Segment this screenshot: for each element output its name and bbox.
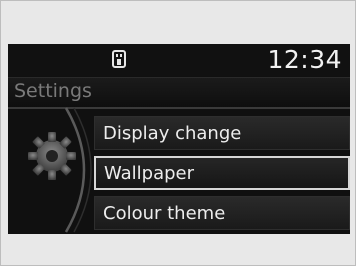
- status-bar: 12:34: [8, 44, 350, 76]
- title-bar: Settings: [8, 77, 350, 108]
- menu-item-label: Wallpaper: [104, 162, 195, 184]
- display-screen: 12:34 Settings Display change Wallpaper …: [8, 44, 350, 234]
- settings-menu: Display change Wallpaper Colour theme: [94, 116, 350, 234]
- menu-item-colour-theme[interactable]: Colour theme: [94, 196, 350, 230]
- page-frame: 12:34 Settings Display change Wallpaper …: [0, 0, 356, 266]
- menu-item-label: Display change: [103, 122, 242, 144]
- usb-icon: [112, 50, 126, 68]
- page-title: Settings: [14, 80, 92, 102]
- menu-item-wallpaper[interactable]: Wallpaper: [94, 156, 350, 190]
- clock: 12:34: [267, 45, 342, 74]
- menu-item-label: Colour theme: [103, 202, 226, 224]
- menu-item-display-change[interactable]: Display change: [94, 116, 350, 150]
